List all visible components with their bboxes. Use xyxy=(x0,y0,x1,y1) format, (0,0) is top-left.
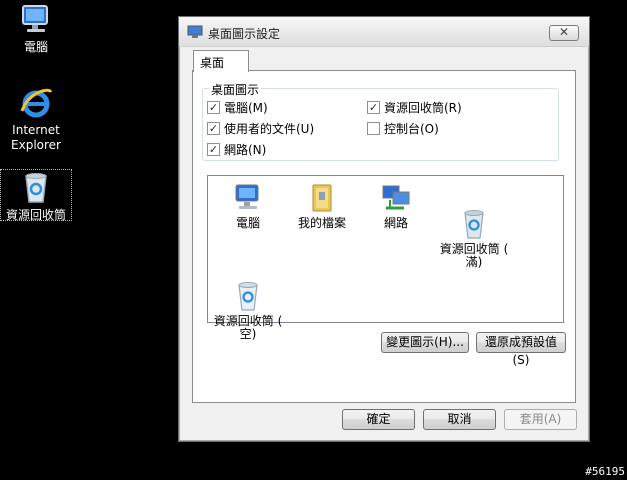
checkbox-label: 控制台(O) xyxy=(384,122,439,136)
tab-panel: 桌面圖示 ✓ 電腦(M) ✓ 使用者的文件(U) ✓ 網路(N) ✓ 資源回收筒… xyxy=(192,70,576,403)
checkbox-label: 使用者的文件(U) xyxy=(224,122,315,136)
cancel-button[interactable]: 取消 xyxy=(423,409,496,430)
desktop-icon-label: Internet Explorer xyxy=(11,123,61,152)
network-icon xyxy=(380,182,412,214)
list-item-label: 網路 xyxy=(383,216,408,230)
checkbox-box[interactable]: ✓ xyxy=(367,101,380,114)
list-item-recycle-bin-full[interactable]: 資源回收筒 ( 滿) xyxy=(431,182,517,269)
list-item-my-files[interactable]: 我的檔案 xyxy=(282,182,362,230)
recycle-bin-full-icon xyxy=(458,195,490,239)
recycle-bin-icon xyxy=(18,170,54,206)
list-item-label: 資源回收筒 ( 滿) xyxy=(439,242,509,269)
list-item-label: 資源回收筒 ( 空) xyxy=(213,314,283,341)
checkbox-label: 網路(N) xyxy=(224,143,267,157)
computer-icon xyxy=(18,2,54,38)
apply-button[interactable]: 套用(A) xyxy=(504,409,577,430)
desktop-icon-label: 資源回收筒 xyxy=(5,208,66,222)
list-item-computer[interactable]: 電腦 xyxy=(208,182,288,230)
checkbox-label: 資源回收筒(R) xyxy=(384,101,462,115)
computer-icon xyxy=(232,182,264,214)
desktop-icon-settings-dialog: 桌面圖示設定 ✕ 桌面 桌面圖示 ✓ 電腦(M) ✓ 使用者的文件(U) ✓ 網… xyxy=(178,16,590,442)
close-button[interactable]: ✕ xyxy=(549,25,579,41)
title-bar[interactable]: 桌面圖示設定 ✕ xyxy=(179,17,589,47)
checkbox-box[interactable]: ✓ xyxy=(207,143,220,156)
desktop-icon-internet-explorer[interactable]: Internet Explorer xyxy=(0,85,72,153)
desktop-icon-label: 電腦 xyxy=(23,40,48,54)
desktop-settings-icon xyxy=(187,25,203,39)
icon-list: 電腦 我的檔案 網路 資源回收筒 (滿) 資源回收筒 (空) xyxy=(207,175,564,341)
checkbox-box[interactable] xyxy=(367,122,380,135)
tab-desktop[interactable]: 桌面 xyxy=(193,50,249,72)
checkbox-network[interactable]: ✓ 網路(N) xyxy=(207,141,266,158)
checkbox-label: 電腦(M) xyxy=(224,101,268,115)
group-label: 桌面圖示 xyxy=(209,81,262,98)
list-item-label: 我的檔案 xyxy=(297,216,346,230)
desktop-icons-group: 桌面圖示 ✓ 電腦(M) ✓ 使用者的文件(U) ✓ 網路(N) ✓ 資源回收筒… xyxy=(202,81,559,161)
checkbox-box[interactable]: ✓ xyxy=(207,101,220,114)
checkbox-user-files[interactable]: ✓ 使用者的文件(U) xyxy=(207,120,314,137)
change-icon-button[interactable]: 變更圖示(H)... xyxy=(381,332,469,353)
list-item-label: 電腦 xyxy=(235,216,260,230)
checkbox-recycle-bin[interactable]: ✓ 資源回收筒(R) xyxy=(367,99,462,116)
checkbox-box[interactable]: ✓ xyxy=(207,122,220,135)
list-item-network[interactable]: 網路 xyxy=(356,182,436,230)
list-item-recycle-bin-empty[interactable]: 資源回收筒 ( 空) xyxy=(208,254,288,341)
recycle-bin-empty-icon xyxy=(232,267,264,311)
folder-icon xyxy=(306,182,338,214)
restore-default-button[interactable]: 還原成預設值(S) xyxy=(476,332,566,367)
checkbox-control-panel[interactable]: 控制台(O) xyxy=(367,120,439,137)
desktop-icon-computer[interactable]: 電腦 xyxy=(0,2,72,55)
dialog-title: 桌面圖示設定 xyxy=(208,27,281,41)
ie-icon xyxy=(18,85,54,121)
checkbox-computer[interactable]: ✓ 電腦(M) xyxy=(207,99,268,116)
watermark-text: #56195 xyxy=(585,465,625,478)
ok-button[interactable]: 確定 xyxy=(342,409,415,430)
desktop-icon-recycle-bin[interactable]: 資源回收筒 xyxy=(0,169,72,222)
